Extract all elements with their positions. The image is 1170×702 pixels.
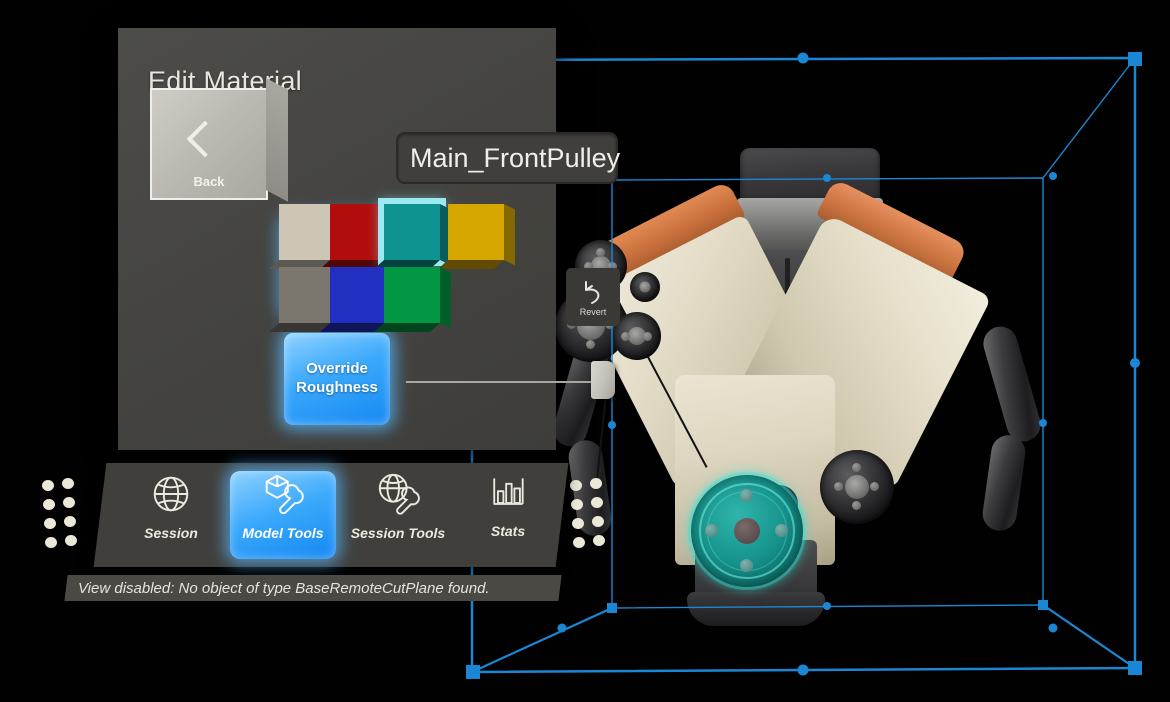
toolbar-item-label: Session Tools <box>350 525 446 541</box>
toolbar-item-label: Session <box>144 525 198 541</box>
tint-swatch-gold[interactable] <box>438 204 515 269</box>
resize-handle-corner[interactable] <box>1128 52 1142 66</box>
tint-swatch-teal[interactable] <box>374 204 451 269</box>
toolbar-item-session-tools[interactable]: Session Tools <box>345 471 451 559</box>
exhaust-manifold-right <box>979 322 1045 446</box>
globe-icon <box>153 476 189 512</box>
exhaust-manifold-right <box>980 433 1028 533</box>
pulley-hub <box>734 518 760 544</box>
tint-swatch-green[interactable] <box>374 267 451 332</box>
toolbar-item-label: Stats <box>490 523 526 539</box>
resize-handle-edge[interactable] <box>797 664 809 676</box>
material-name-field[interactable]: Main_FrontPulley <box>396 132 621 184</box>
revert-label: Revert <box>579 306 607 317</box>
bar-chart-icon <box>493 478 524 505</box>
tint-swatch-blue[interactable] <box>320 267 397 332</box>
selected-front-pulley[interactable] <box>691 475 803 587</box>
resize-handle-edge[interactable] <box>1130 358 1140 368</box>
resize-handle-edge[interactable] <box>797 52 809 64</box>
idler-pulley <box>630 272 660 302</box>
override-roughness-button[interactable]: Override Roughness <box>284 333 390 425</box>
chevron-left-icon <box>186 120 224 158</box>
resize-handle-corner[interactable] <box>1128 661 1142 675</box>
globe-wrench-icon <box>378 473 420 515</box>
tint-swatch-beige[interactable] <box>269 204 346 269</box>
toolbar-left-grip[interactable] <box>42 478 82 554</box>
accessory-pulley <box>613 312 661 360</box>
app-root: Edit Material Back Main_FrontPulley Togg… <box>0 0 1170 702</box>
toolbar-item-label: Model Tools <box>242 525 324 541</box>
roughness-slider-knob[interactable] <box>591 361 615 399</box>
override-roughness-label: Override Roughness <box>296 360 378 396</box>
resize-handle-corner[interactable] <box>466 665 480 679</box>
back-button-side <box>266 78 288 202</box>
engine-model[interactable] <box>549 140 1075 660</box>
oil-pan-lip <box>687 592 825 626</box>
back-button-label: Back <box>193 174 225 189</box>
toolbar-right-grip[interactable] <box>570 478 610 554</box>
status-bar: View disabled: No object of type BaseRem… <box>64 575 562 601</box>
revert-button[interactable]: Revert <box>566 268 620 326</box>
status-message: View disabled: No object of type BaseRem… <box>78 579 490 597</box>
undo-arrow-icon <box>585 280 600 304</box>
toolbar-item-model-tools[interactable]: Model Tools <box>230 471 336 559</box>
material-name-value: Main_FrontPulley <box>410 142 621 173</box>
roughness-slider-track[interactable] <box>406 381 604 383</box>
toolbar-item-session[interactable]: Session <box>118 471 224 559</box>
cube-wrench-icon <box>265 474 304 515</box>
accessory-pulley <box>820 450 894 524</box>
back-button[interactable]: Back <box>150 78 288 202</box>
bottom-toolbar: Session Model Tools Session Tools Stats <box>93 463 569 567</box>
toolbar-item-stats[interactable]: Stats <box>455 471 561 559</box>
tint-swatch-red[interactable] <box>320 204 397 269</box>
tint-swatch-gray[interactable] <box>269 267 346 332</box>
edit-material-panel: Edit Material Back Main_FrontPulley Togg… <box>118 28 620 450</box>
